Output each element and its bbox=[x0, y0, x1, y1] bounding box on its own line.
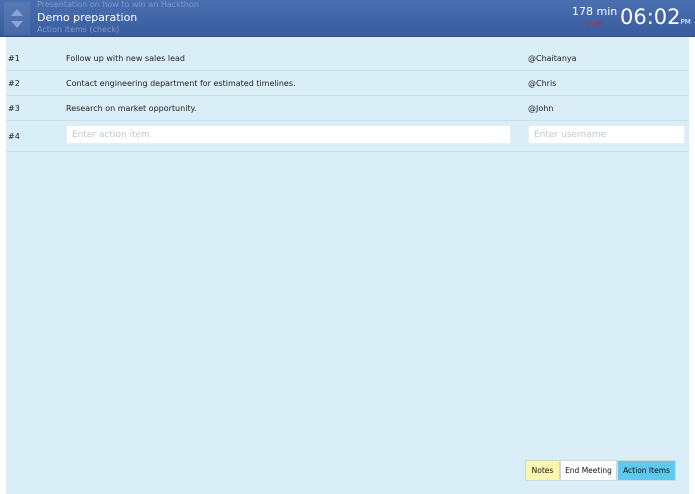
timer-status: over bbox=[585, 19, 604, 28]
item-number: #2 bbox=[8, 79, 20, 88]
arrow-up-icon[interactable] bbox=[11, 9, 23, 16]
arrow-down-icon[interactable] bbox=[11, 21, 23, 28]
item-text: Follow up with new sales lead bbox=[66, 54, 185, 63]
timer-minutes: 178 min bbox=[572, 5, 618, 18]
notes-button[interactable]: Notes bbox=[525, 460, 560, 481]
previous-topic: Presentation on how to win an Hackthon bbox=[37, 0, 199, 9]
item-number: #3 bbox=[8, 104, 20, 113]
action-item-row: #3 Research on market opportunity. @John bbox=[6, 96, 689, 121]
topic-navigation[interactable] bbox=[4, 2, 30, 35]
item-number: #1 bbox=[8, 54, 20, 63]
next-topic: Action Items (check) bbox=[37, 25, 120, 34]
action-item-input[interactable] bbox=[66, 125, 511, 144]
action-items-button[interactable]: Action Items bbox=[617, 460, 676, 481]
clock-time: 06:02 bbox=[620, 5, 681, 29]
clock-ampm: PM bbox=[680, 18, 691, 26]
username-input[interactable] bbox=[528, 125, 685, 144]
clock: 06:02PM bbox=[620, 5, 691, 29]
item-user: @Chaitanya bbox=[528, 54, 577, 63]
header-bar: Presentation on how to win an Hackthon D… bbox=[0, 0, 695, 37]
current-topic: Demo preparation bbox=[37, 11, 138, 24]
timer: 178 min over bbox=[572, 2, 617, 35]
item-text: Research on market opportunity. bbox=[66, 104, 197, 113]
app-frame: Presentation on how to win an Hackthon D… bbox=[0, 0, 695, 494]
action-item-row: #2 Contact engineering department for es… bbox=[6, 71, 689, 96]
new-action-item-row: #4 bbox=[6, 121, 689, 152]
item-user: @Chris bbox=[528, 79, 557, 88]
end-meeting-button[interactable]: End Meeting bbox=[560, 460, 617, 481]
item-number: #4 bbox=[8, 132, 20, 141]
action-items-panel: #1 Follow up with new sales lead @Chaita… bbox=[6, 37, 689, 494]
item-user: @John bbox=[528, 104, 554, 113]
item-text: Contact engineering department for estim… bbox=[66, 79, 296, 88]
action-item-row: #1 Follow up with new sales lead @Chaita… bbox=[6, 46, 689, 71]
